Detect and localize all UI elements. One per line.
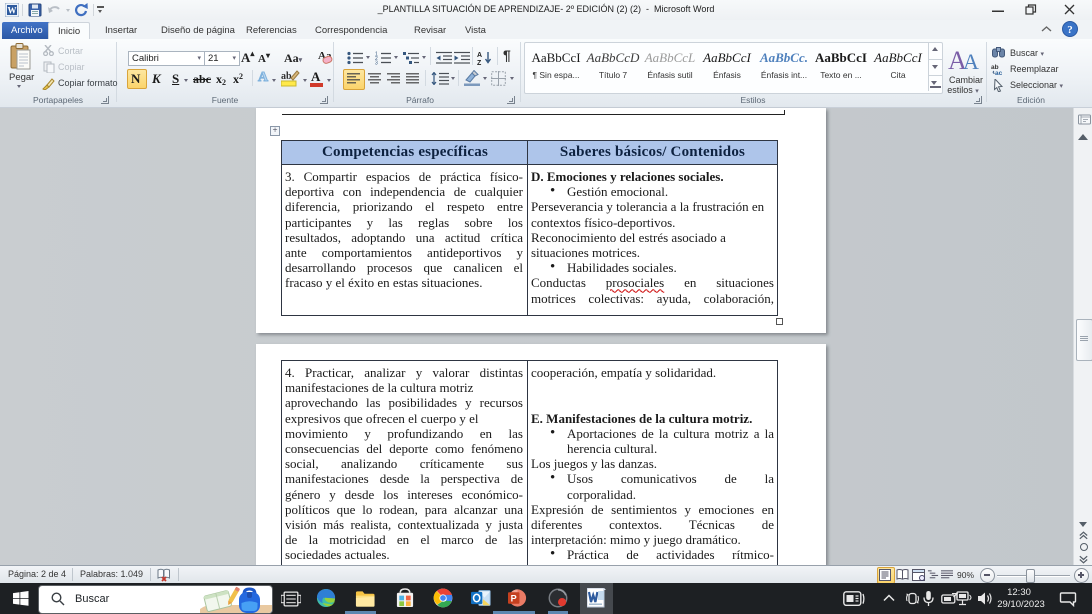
- svg-text:3: 3: [375, 61, 378, 66]
- svg-text:A: A: [963, 49, 979, 71]
- svg-text:Z: Z: [477, 60, 482, 65]
- svg-text:ac: ac: [995, 70, 1003, 75]
- svg-text:ab: ab: [281, 71, 292, 82]
- svg-text:A: A: [477, 52, 482, 59]
- svg-text:P: P: [511, 593, 517, 603]
- svg-text:W: W: [8, 6, 17, 16]
- svg-text:?: ?: [1067, 24, 1073, 36]
